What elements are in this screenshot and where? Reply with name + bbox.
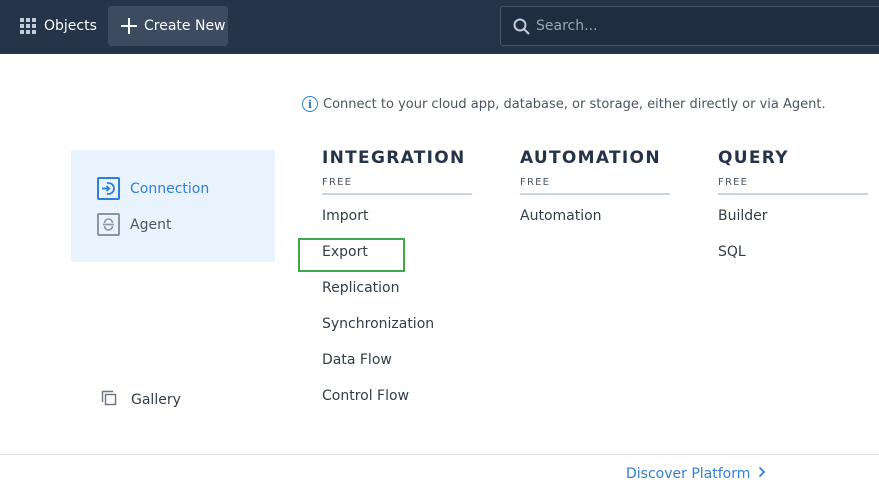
menu-item-import[interactable]: Import — [322, 206, 472, 242]
column-subtitle: FREE — [520, 177, 670, 195]
menu-item-replication[interactable]: Replication — [322, 278, 472, 314]
menu-item-synchronization[interactable]: Synchronization — [322, 314, 472, 350]
top-bar: Objects Create New — [0, 0, 879, 54]
menu-item-data-flow[interactable]: Data Flow — [322, 350, 472, 386]
menu-item-builder[interactable]: Builder — [718, 206, 868, 242]
connection-icon — [97, 177, 120, 200]
connection-option[interactable]: Connection — [97, 177, 209, 200]
objects-button[interactable]: Objects — [10, 6, 107, 46]
automation-column: AUTOMATION FREE Automation — [520, 148, 670, 242]
plus-icon — [121, 18, 137, 34]
discover-platform-link[interactable]: Discover Platform — [626, 466, 766, 482]
export-highlight-box — [298, 238, 405, 272]
agent-label: Agent — [130, 216, 172, 233]
create-new-label: Create New — [144, 18, 226, 34]
search-box[interactable] — [500, 6, 879, 46]
column-title: AUTOMATION — [520, 148, 661, 168]
column-subtitle: FREE — [718, 177, 868, 195]
search-input[interactable] — [536, 18, 836, 34]
integration-column: INTEGRATION FREE Import Export Replicati… — [322, 148, 472, 422]
discover-platform-label: Discover Platform — [626, 466, 751, 482]
create-new-button[interactable]: Create New — [108, 6, 228, 46]
menu-item-control-flow[interactable]: Control Flow — [322, 386, 472, 422]
info-icon: i — [302, 96, 318, 112]
chevron-right-icon — [758, 466, 766, 482]
search-icon — [513, 18, 530, 35]
footer-divider — [0, 454, 879, 455]
column-subtitle: FREE — [322, 177, 472, 195]
info-text: Connect to your cloud app, database, or … — [323, 96, 826, 112]
query-column: QUERY FREE Builder SQL — [718, 148, 868, 278]
gallery-label: Gallery — [131, 392, 181, 408]
agent-option[interactable]: Agent — [97, 213, 171, 236]
info-message: i Connect to your cloud app, database, o… — [302, 96, 826, 112]
objects-label: Objects — [44, 18, 97, 34]
connection-type-panel: Connection Agent — [71, 150, 275, 262]
menu-item-sql[interactable]: SQL — [718, 242, 868, 278]
agent-icon — [97, 213, 120, 236]
menu-item-automation[interactable]: Automation — [520, 206, 670, 242]
apps-grid-icon — [20, 18, 36, 34]
connection-label: Connection — [130, 180, 210, 197]
gallery-icon — [101, 390, 117, 410]
column-title: QUERY — [718, 148, 789, 168]
gallery-link[interactable]: Gallery — [101, 390, 181, 410]
column-title: INTEGRATION — [322, 148, 466, 168]
